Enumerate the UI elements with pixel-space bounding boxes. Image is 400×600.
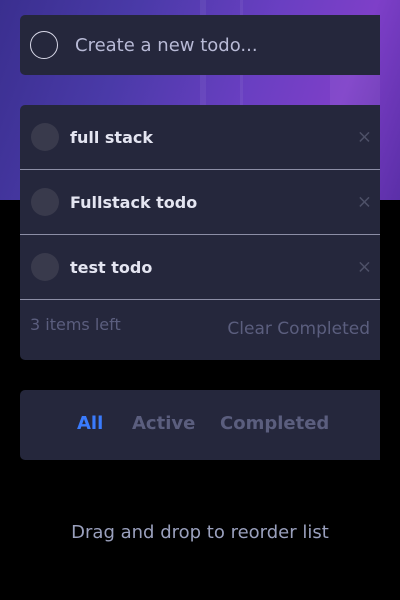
new-todo-input[interactable] — [75, 34, 365, 56]
items-left-count: 3 items left — [30, 315, 121, 334]
delete-cross-icon[interactable]: × — [357, 257, 372, 278]
new-todo-bar — [20, 15, 380, 75]
delete-cross-icon[interactable]: × — [357, 127, 372, 148]
reorder-hint: Drag and drop to reorder list — [71, 522, 329, 543]
todo-text[interactable]: Fullstack todo — [70, 193, 197, 212]
filter-all[interactable]: All — [77, 413, 103, 434]
filter-bar: All Active Completed — [20, 390, 380, 460]
todo-checkbox[interactable] — [31, 123, 59, 151]
todo-item[interactable]: full stack × — [20, 105, 380, 170]
todo-checkbox[interactable] — [31, 188, 59, 216]
new-todo-circle-icon[interactable] — [30, 31, 58, 59]
clear-completed-button[interactable]: Clear Completed — [227, 319, 370, 339]
filter-active[interactable]: Active — [132, 413, 195, 434]
todo-item[interactable]: test todo × — [20, 235, 380, 300]
todo-checkbox[interactable] — [31, 253, 59, 281]
todo-text[interactable]: full stack — [70, 128, 153, 147]
todo-item[interactable]: Fullstack todo × — [20, 170, 380, 235]
filter-completed[interactable]: Completed — [220, 413, 329, 434]
todo-text[interactable]: test todo — [70, 258, 152, 277]
delete-cross-icon[interactable]: × — [357, 192, 372, 213]
todo-list: full stack × Fullstack todo × test todo … — [20, 105, 380, 360]
todo-app: full stack × Fullstack todo × test todo … — [0, 0, 400, 600]
list-footer: 3 items left Clear Completed — [20, 300, 380, 360]
